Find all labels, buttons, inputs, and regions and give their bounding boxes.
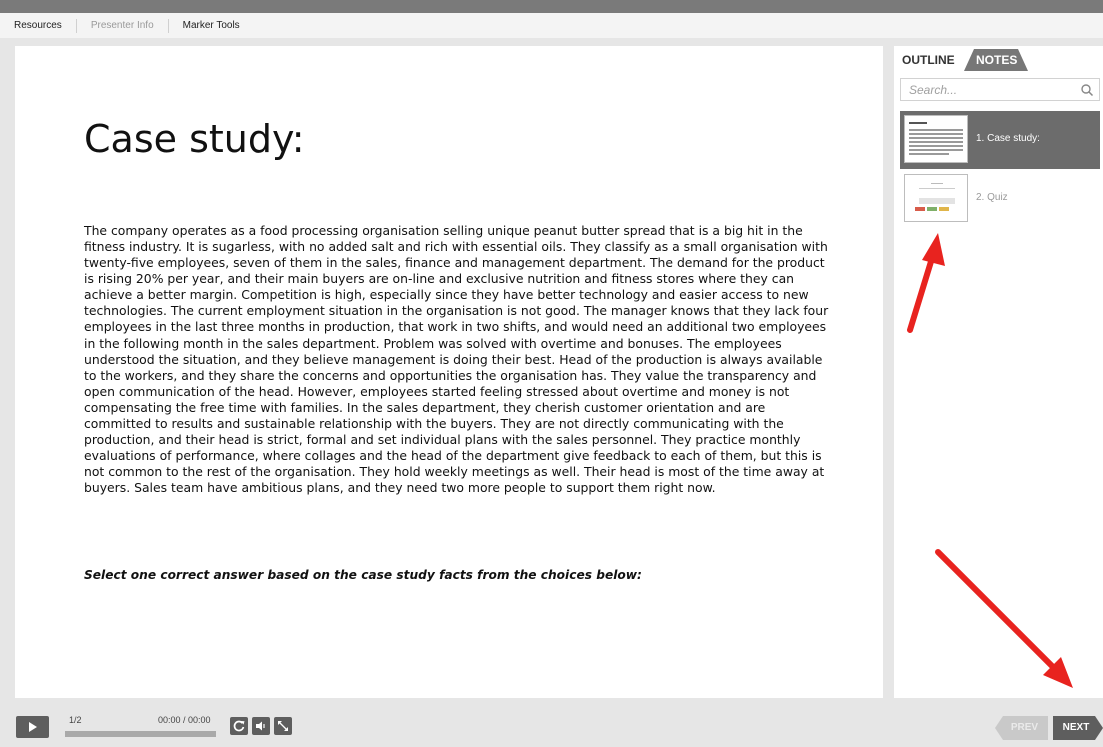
tab-notes[interactable]: NOTES (964, 49, 1028, 71)
slide-thumbnail (904, 115, 968, 163)
next-button[interactable]: NEXT (1053, 716, 1103, 740)
volume-button[interactable] (252, 717, 270, 735)
menu-marker-tools[interactable]: Marker Tools (167, 18, 254, 33)
replay-icon (233, 720, 245, 732)
prev-button[interactable]: PREV (995, 716, 1048, 740)
slide-title: Case study: (84, 117, 305, 161)
search-input[interactable] (901, 79, 1069, 100)
volume-icon (256, 721, 265, 731)
search-icon[interactable] (1080, 83, 1094, 97)
fullscreen-icon (278, 721, 288, 731)
slide-counter: 1/2 (69, 715, 82, 725)
menu-bar: Resources Presenter Info Marker Tools (0, 13, 1103, 38)
play-button[interactable] (16, 716, 49, 738)
tab-outline[interactable]: OUTLINE (894, 49, 964, 71)
menu-resources[interactable]: Resources (14, 19, 76, 33)
time-display: 00:00 / 00:00 (158, 715, 211, 725)
slide-thumbnail (904, 174, 968, 222)
slide-body-text: The company operates as a food processin… (84, 223, 829, 496)
fullscreen-button[interactable] (274, 717, 292, 735)
player-controls (0, 706, 1103, 747)
outline-search (900, 78, 1100, 101)
slide-canvas: Case study: The company operates as a fo… (15, 46, 883, 698)
seek-bar[interactable] (65, 731, 216, 737)
outline-item-case-study[interactable]: 1. Case study: (900, 111, 1100, 169)
replay-button[interactable] (230, 717, 248, 735)
menu-presenter-info[interactable]: Presenter Info (75, 18, 168, 33)
top-strip (0, 0, 1103, 13)
outline-item-label: 1. Case study: (976, 133, 1040, 144)
outline-item-quiz[interactable]: 2. Quiz (900, 170, 1100, 228)
outline-item-label: 2. Quiz (976, 192, 1008, 203)
slide-instruction: Select one correct answer based on the c… (84, 568, 642, 582)
